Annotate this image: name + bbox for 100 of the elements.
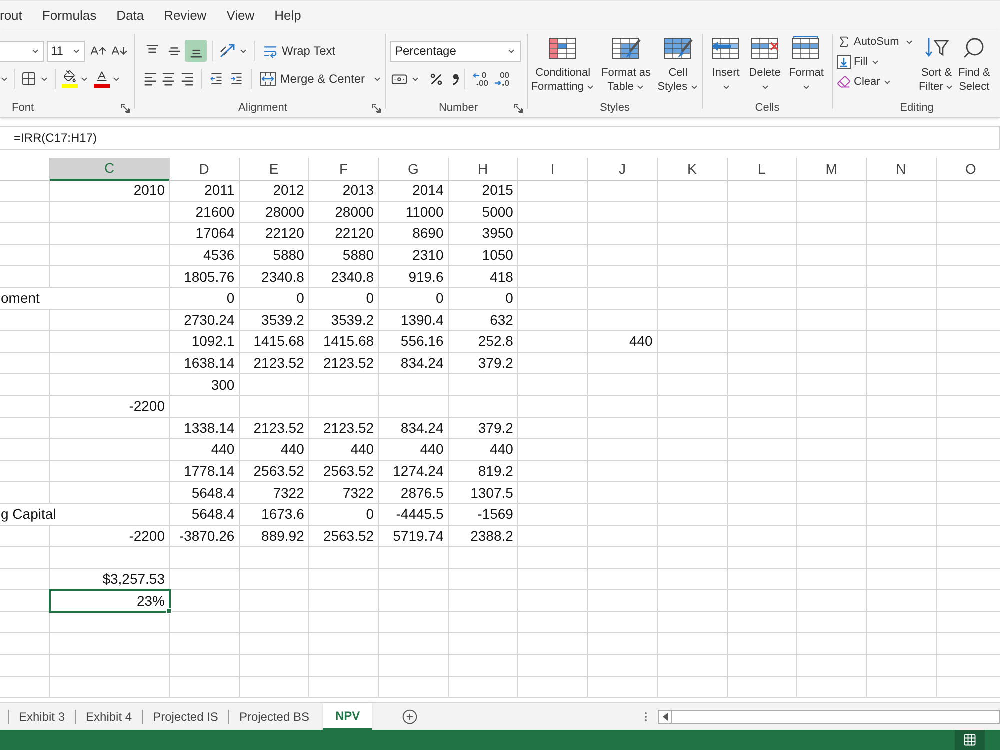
spreadsheet-cell[interactable]: 632 [448,310,518,332]
spreadsheet-cell[interactable]: 0 [379,288,449,310]
spreadsheet-cell[interactable] [797,547,867,569]
spreadsheet-cell[interactable]: 418 [448,266,518,288]
spreadsheet-cell[interactable] [588,547,658,569]
spreadsheet-cell[interactable] [309,396,380,418]
spreadsheet-cell[interactable] [518,180,588,202]
spreadsheet-cell[interactable] [658,374,728,396]
spreadsheet-cell[interactable] [309,547,380,569]
sheet-tab[interactable]: Projected BS [229,703,320,730]
spreadsheet-cell[interactable] [658,482,728,504]
spreadsheet-cell[interactable]: 28000 [240,202,310,224]
column-header[interactable] [0,158,50,181]
spreadsheet-cell[interactable] [866,180,937,202]
spreadsheet-cell[interactable]: 379.2 [448,352,518,374]
spreadsheet-cell[interactable]: 1415.68 [309,331,380,353]
cell-styles-button[interactable]: Cell Styles [656,30,701,100]
spreadsheet-cell[interactable] [0,244,50,266]
spreadsheet-cell[interactable] [866,288,937,310]
spreadsheet-cell[interactable] [866,504,937,526]
spreadsheet-cell[interactable]: 2123.52 [309,352,380,374]
spreadsheet-cell[interactable]: 5648.4 [170,482,240,504]
spreadsheet-cell[interactable] [309,374,380,396]
spreadsheet-cell[interactable]: 7322 [309,482,380,504]
spreadsheet-cell[interactable] [0,526,50,548]
column-header[interactable]: F [309,158,380,181]
spreadsheet-cell[interactable] [797,288,867,310]
spreadsheet-cell[interactable] [866,202,937,224]
spreadsheet-cell[interactable]: 834.24 [379,418,449,440]
spreadsheet-cell[interactable] [866,568,937,590]
spreadsheet-cell[interactable] [518,568,588,590]
menu-tab[interactable]: Help [274,8,302,24]
spreadsheet-cell[interactable] [728,655,798,677]
spreadsheet-cell[interactable] [379,676,449,698]
spreadsheet-cell[interactable] [309,568,380,590]
spreadsheet-cell[interactable] [588,655,658,677]
spreadsheet-cell[interactable] [309,612,380,634]
spreadsheet-cell[interactable] [240,612,310,634]
delete-cells-button[interactable]: Delete [747,30,783,100]
spreadsheet-cell[interactable] [518,288,588,310]
spreadsheet-cell[interactable] [797,568,867,590]
spreadsheet-cell[interactable] [866,418,937,440]
spreadsheet-cell[interactable]: 919.6 [379,266,449,288]
column-header[interactable]: E [240,158,310,181]
wrap-text-button[interactable]: Wrap Text [260,40,339,62]
spreadsheet-cell[interactable]: 1638.14 [170,352,240,374]
spreadsheet-cell[interactable] [379,633,449,656]
find-select-button[interactable]: Find & Select [956,30,992,100]
spreadsheet-cell[interactable]: 0 [448,288,518,310]
spreadsheet-cell[interactable]: 2310 [379,244,449,266]
spreadsheet-cell[interactable]: 2563.52 [309,460,380,482]
spreadsheet-cell[interactable] [658,676,728,698]
spreadsheet-cell[interactable]: 2013 [309,180,380,202]
spreadsheet-cell[interactable] [170,676,240,698]
spreadsheet-cell[interactable] [588,396,658,418]
spreadsheet-cell[interactable] [309,590,380,612]
spreadsheet-cell[interactable] [797,180,867,202]
spreadsheet-cell[interactable] [797,633,867,656]
spreadsheet-cell[interactable] [658,526,728,548]
spreadsheet-cell[interactable] [797,352,867,374]
spreadsheet-cell[interactable] [0,374,50,396]
square-handle-icon[interactable] [166,608,172,614]
spreadsheet-cell[interactable] [658,310,728,332]
spreadsheet-cell[interactable] [658,288,728,310]
spreadsheet-cell[interactable] [50,352,170,374]
spreadsheet-cell[interactable] [866,266,937,288]
spreadsheet-cell[interactable] [50,202,170,224]
spreadsheet-cell[interactable] [588,504,658,526]
sheet-tab[interactable]: NPV [323,703,372,730]
spreadsheet-cell[interactable] [866,612,937,634]
spreadsheet-cell[interactable] [728,396,798,418]
spreadsheet-cell[interactable] [170,396,240,418]
spreadsheet-cell[interactable] [240,676,310,698]
spreadsheet-cell[interactable] [866,460,937,482]
spreadsheet-cell[interactable] [866,590,937,612]
spreadsheet-cell[interactable] [588,202,658,224]
conditional-formatting-button[interactable]: Conditional Formatting [529,30,597,100]
spreadsheet-cell[interactable] [728,547,798,569]
spreadsheet-cell[interactable]: 2123.52 [240,352,310,374]
spreadsheet-cell[interactable] [797,504,867,526]
spreadsheet-cell[interactable]: 2340.8 [240,266,310,288]
spreadsheet-cell[interactable] [518,331,588,353]
spreadsheet-cell[interactable]: 3539.2 [240,310,310,332]
sheet-tab[interactable]: Projected IS [143,703,228,730]
spreadsheet-cell[interactable]: 28000 [309,202,380,224]
spreadsheet-cell[interactable]: 4536 [170,244,240,266]
spreadsheet-cell[interactable]: 556.16 [379,331,449,353]
spreadsheet-cell[interactable] [588,288,658,310]
spreadsheet-cell[interactable]: 22120 [309,223,380,245]
spreadsheet-cell[interactable] [658,547,728,569]
format-as-table-button[interactable]: Format as Table [600,30,654,100]
spreadsheet-cell[interactable]: 889.92 [240,526,310,548]
spreadsheet-cell[interactable] [866,374,937,396]
spreadsheet-cell[interactable] [728,526,798,548]
spreadsheet-cell[interactable] [658,655,728,677]
spreadsheet-cell[interactable]: 819.2 [448,460,518,482]
spreadsheet-cell[interactable] [588,526,658,548]
spreadsheet-cell[interactable] [518,633,588,656]
spreadsheet-cell[interactable] [797,331,867,353]
spreadsheet-cell[interactable] [50,418,170,440]
